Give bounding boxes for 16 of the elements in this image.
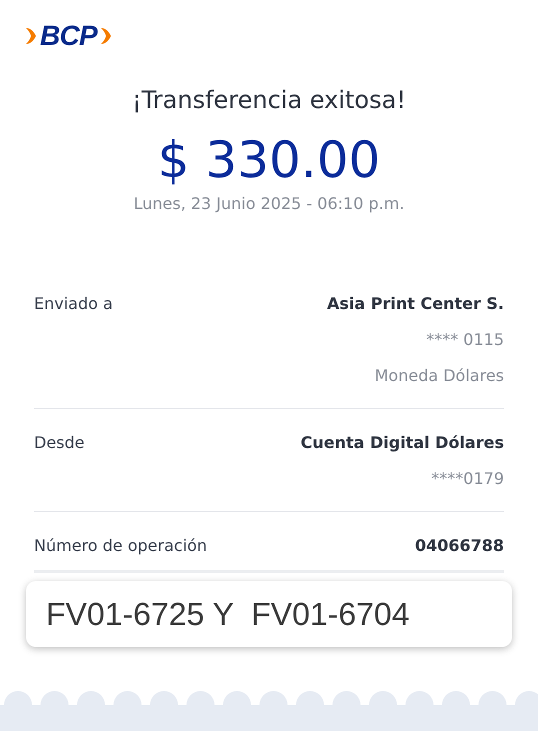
logo-text: BCP [40,22,98,50]
detail-value: Moneda Dólares [374,365,504,387]
amount: $ 330.00 [158,130,380,190]
date-text: Lunes, 23 Junio 2025 - 06:10 p.m. [134,193,404,215]
detail-label: Desde [34,432,84,454]
detail-label: Número de operación [34,535,208,557]
detail-value: Cuenta Digital Dólares [300,432,504,454]
detail-value: ****0179 [431,468,504,490]
chevron-icon [99,26,114,46]
detail-value: **** 0115 [426,329,504,351]
detail-label: Enviado a [34,293,113,315]
detail-value: 04066788 [414,535,504,557]
note-card: FV01-6725 Y FV01-6704 [26,581,512,647]
chevron-icon [24,26,38,46]
title: ¡Transferencia exitosa! [132,85,406,116]
detail-value: Asia Print Center S. [326,293,504,315]
